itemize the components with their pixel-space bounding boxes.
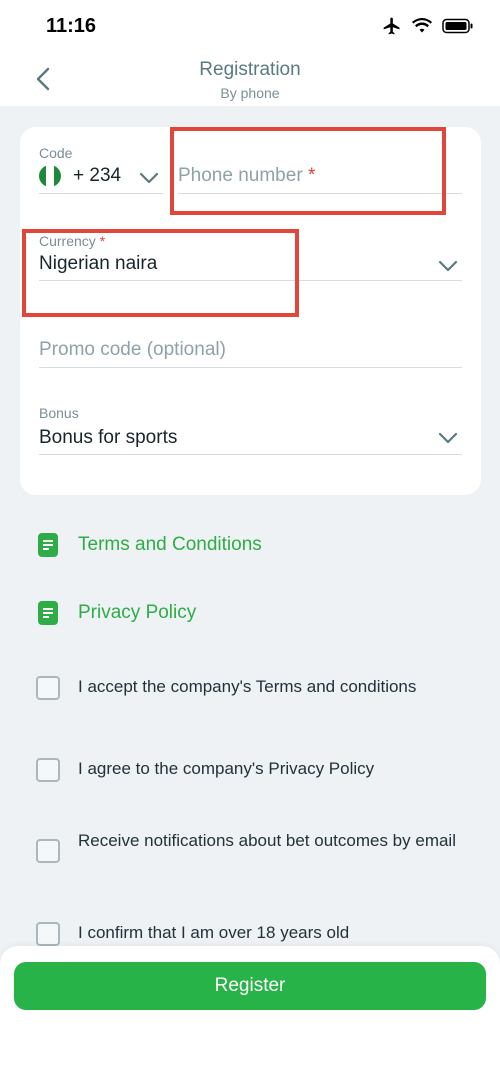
email-notifications-row[interactable]: Receive notifications about bet outcomes… [36,830,456,863]
currency-label: Currency * [39,233,106,249]
nav-header: Registration By phone [0,52,500,106]
country-code-value: + 234 [73,165,122,186]
accept-terms-label: I accept the company's Terms and conditi… [78,677,417,696]
promo-code-placeholder: Promo code (optional) [39,339,226,360]
currency-underline [39,280,462,281]
currency-select[interactable]: Currency * Nigerian naira [39,229,462,281]
required-mark: * [307,165,316,186]
document-icon [38,533,58,557]
page-title: Registration [199,59,301,80]
privacy-link[interactable]: Privacy Policy [38,601,196,625]
privacy-link-label: Privacy Policy [78,602,197,623]
currency-value: Nigerian naira [39,253,158,274]
accept-terms-row[interactable]: I accept the company's Terms and conditi… [36,676,456,700]
age-confirm-checkbox[interactable] [36,922,60,946]
chevron-down-icon [438,432,458,444]
email-notifications-label: Receive notifications about bet outcomes… [78,831,456,850]
phone-number-placeholder: Phone number * [178,165,316,186]
terms-link-label: Terms and Conditions [78,534,262,555]
promo-underline [39,367,462,368]
registration-form-card: Code + 234 Phone number * Currency * Nig… [20,127,481,495]
bonus-value: Bonus for sports [39,427,178,448]
terms-link[interactable]: Terms and Conditions [38,533,262,557]
agree-privacy-label: I agree to the company's Privacy Policy [78,759,375,778]
status-bar: 11:16 [0,0,500,52]
document-icon [38,601,58,625]
wifi-icon [412,18,432,33]
bonus-select[interactable]: Bonus Bonus for sports [39,405,462,455]
agree-privacy-row[interactable]: I agree to the company's Privacy Policy [36,758,456,782]
phone-underline [178,193,462,194]
promo-code-input[interactable]: Promo code (optional) [39,331,462,367]
airplane-icon [383,17,400,35]
email-notifications-checkbox[interactable] [36,839,60,863]
register-button[interactable]: Register [14,962,486,1010]
agree-privacy-checkbox[interactable] [36,758,60,782]
bonus-label: Bonus [39,405,79,421]
code-underline [39,193,163,194]
bottom-action-bar: Register [0,946,500,1080]
phone-number-input[interactable]: Phone number * [178,157,462,195]
accept-terms-checkbox[interactable] [36,676,60,700]
code-label: Code [39,145,73,161]
status-time: 11:16 [46,15,97,37]
age-confirm-row[interactable]: I confirm that I am over 18 years old [36,922,456,946]
age-confirm-label: I confirm that I am over 18 years old [78,923,350,942]
status-icons [382,16,474,36]
chevron-down-icon [438,260,458,272]
battery-icon [442,18,473,34]
chevron-down-icon [139,172,159,184]
country-code-selector[interactable]: + 234 [39,163,163,197]
bonus-underline [39,454,462,455]
nigeria-flag-icon [39,165,61,187]
page-subtitle: By phone [220,85,280,101]
